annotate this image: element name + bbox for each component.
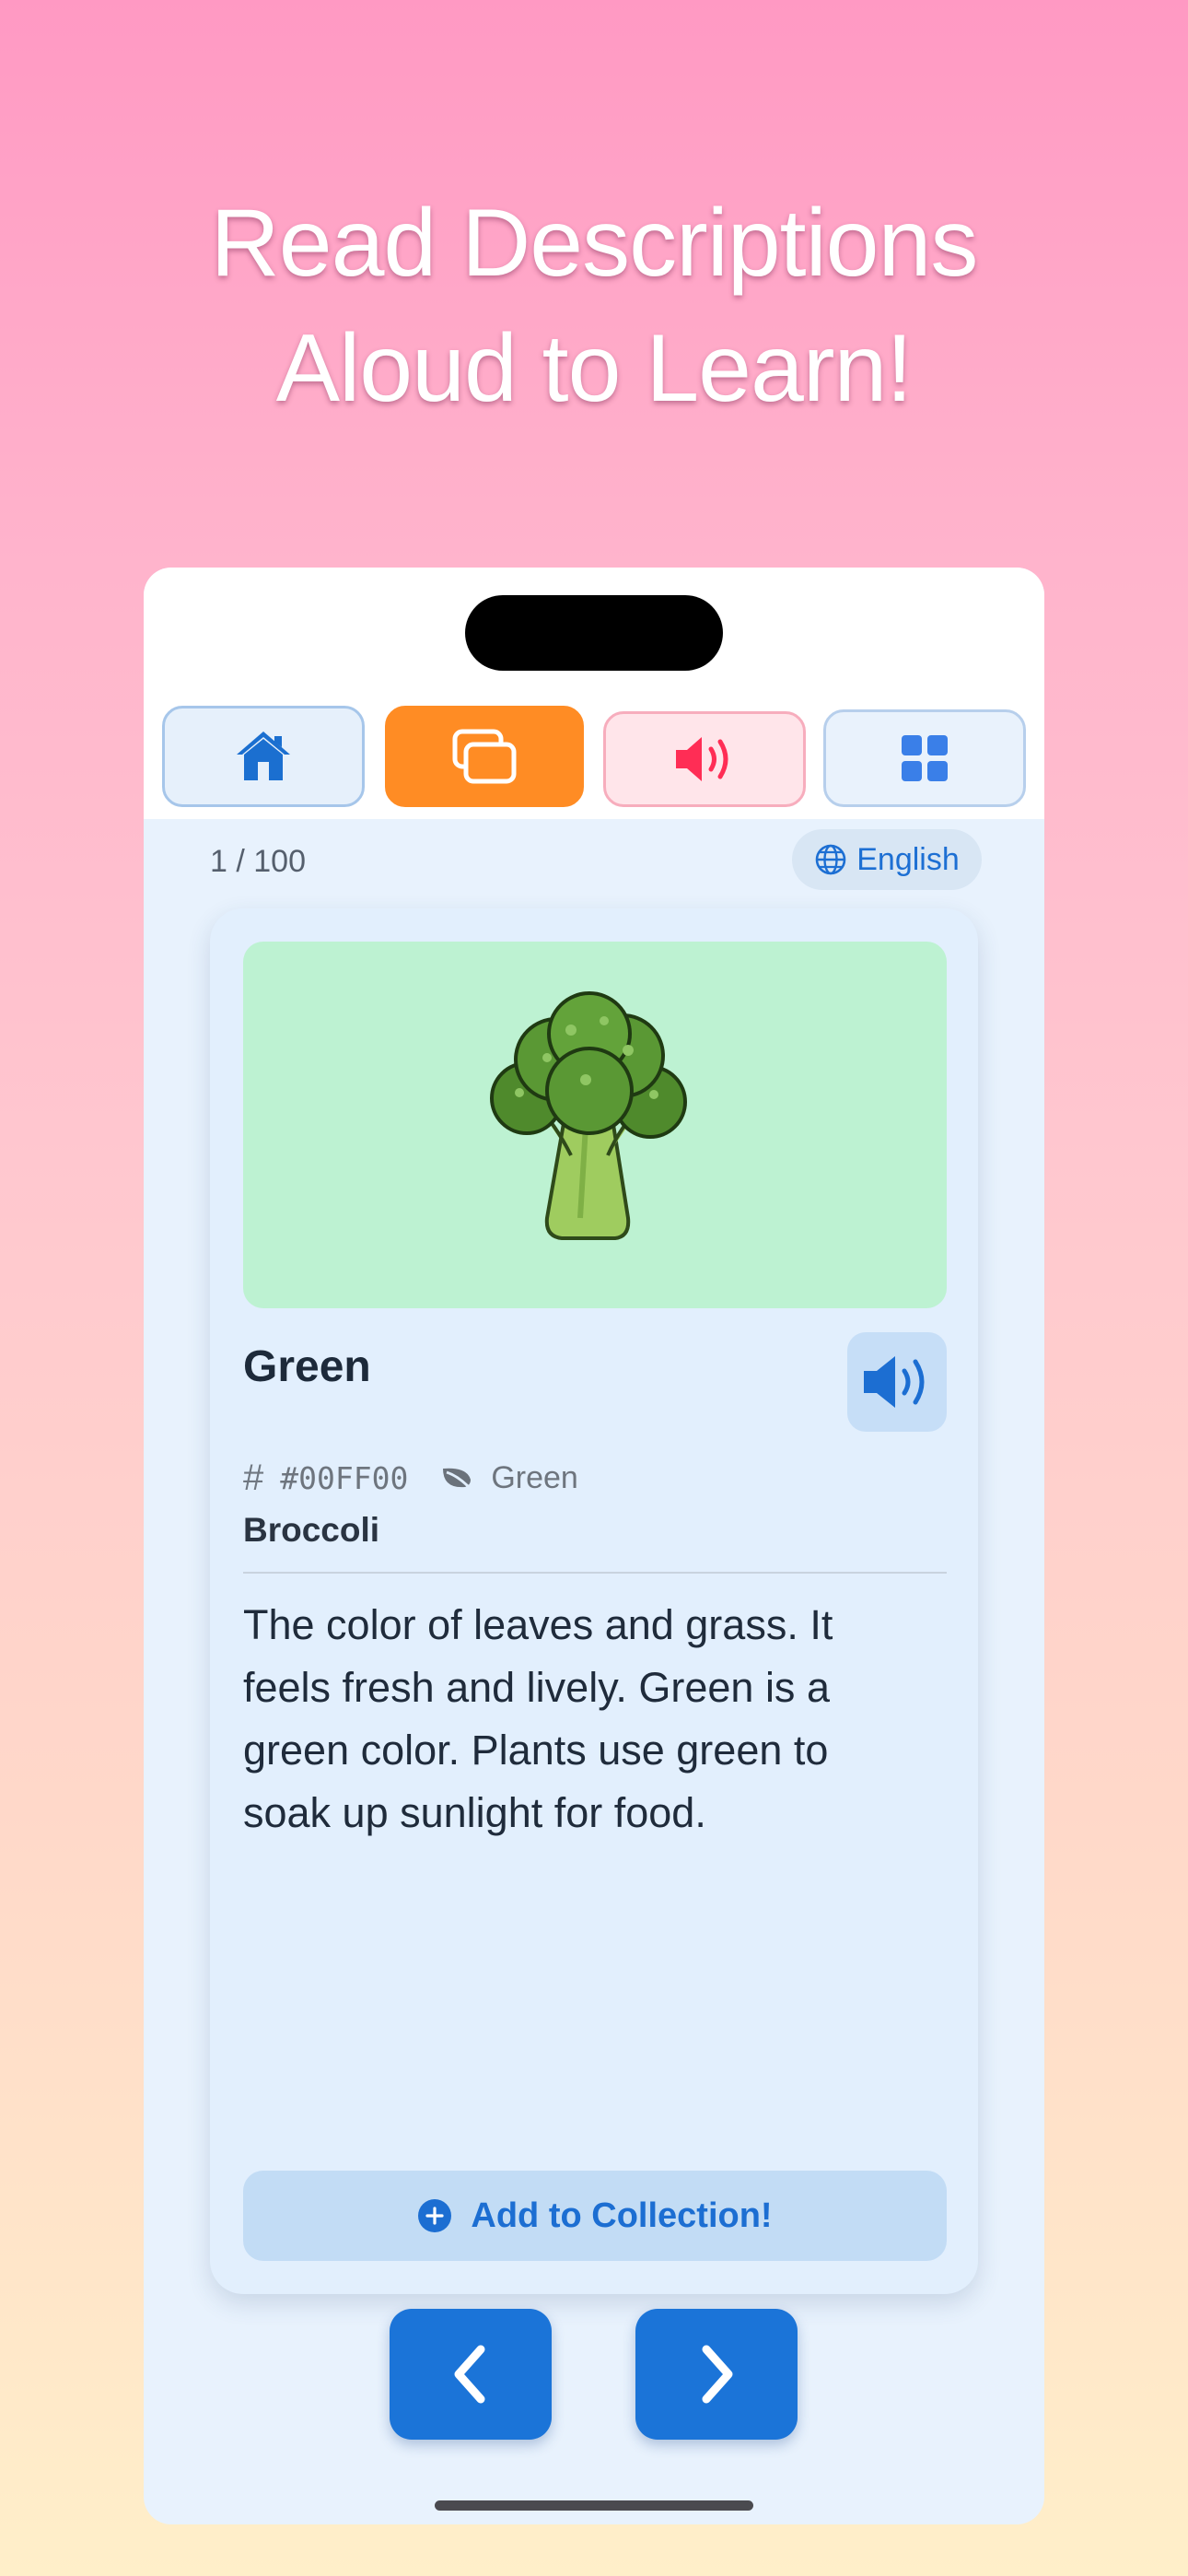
dynamic-island <box>465 595 723 671</box>
color-meta: # #00FF00 Green <box>243 1452 578 1504</box>
broccoli-icon <box>490 991 687 1240</box>
phone-screen: 1 / 100 English Green # #00FF00 Green Br… <box>144 568 1044 2524</box>
previous-button[interactable] <box>390 2309 552 2440</box>
house-icon <box>237 732 290 780</box>
object-name: Broccoli <box>243 1511 380 1549</box>
speaker-icon <box>676 737 728 781</box>
home-indicator[interactable] <box>435 2500 753 2511</box>
chevron-left-icon <box>454 2345 485 2404</box>
next-button[interactable] <box>635 2309 798 2440</box>
plus-circle-icon <box>418 2199 452 2232</box>
add-to-collection-label: Add to Collection! <box>471 2195 773 2235</box>
grid-icon <box>902 735 948 781</box>
headline-line-2: Aloud to Learn! <box>275 315 913 422</box>
hash-icon: # <box>243 1457 264 1498</box>
tab-cards[interactable] <box>385 706 584 807</box>
tab-audio[interactable] <box>603 711 806 807</box>
broccoli-illustration <box>243 942 947 1308</box>
read-aloud-button[interactable] <box>847 1332 947 1432</box>
globe-icon <box>815 844 846 875</box>
color-description: The color of leaves and grass. It feels … <box>243 1601 833 1836</box>
speaker-icon <box>864 1356 925 1408</box>
cards-icon <box>452 729 517 784</box>
tab-home[interactable] <box>162 706 365 807</box>
hex-value: #00FF00 <box>280 1459 409 1496</box>
chevron-right-icon <box>702 2345 733 2404</box>
headline-line-1: Read Descriptions <box>210 190 979 297</box>
progress-counter: 1 / 100 <box>210 844 306 879</box>
leaf-icon <box>439 1463 474 1493</box>
tab-grid[interactable] <box>823 709 1026 807</box>
color-family: Green <box>491 1459 578 1495</box>
tab-bar <box>144 706 1044 813</box>
language-label: English <box>856 841 960 877</box>
add-to-collection-button[interactable]: Add to Collection! <box>243 2171 947 2261</box>
headline: Read Descriptions Aloud to Learn! <box>0 181 1188 431</box>
divider <box>243 1572 947 1574</box>
color-card: Green # #00FF00 Green Broccoli The color… <box>210 908 978 2294</box>
color-name: Green <box>243 1342 371 1391</box>
language-selector[interactable]: English <box>792 829 982 890</box>
top-bar <box>144 568 1044 819</box>
